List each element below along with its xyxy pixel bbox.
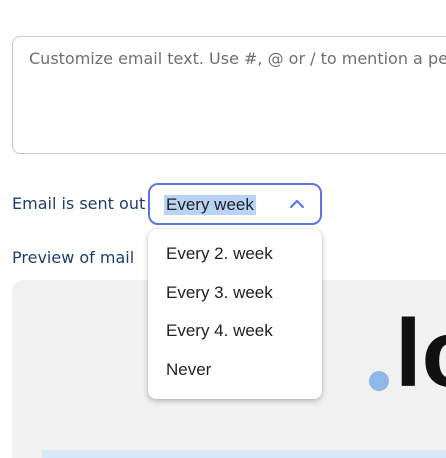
dropdown-option-never[interactable]: Never [148, 351, 322, 390]
dropdown-option-every-4-week[interactable]: Every 4. week [148, 312, 322, 351]
preview-logo-dot [369, 371, 389, 391]
email-text-textarea[interactable]: Customize email text. Use #, @ or / to m… [12, 36, 446, 154]
frequency-dropdown-menu: Every 2. week Every 3. week Every 4. wee… [148, 229, 322, 399]
frequency-select[interactable]: Every week [148, 183, 322, 225]
preview-label: Preview of mail [12, 248, 135, 267]
chevron-up-icon [289, 199, 305, 209]
dropdown-option-every-3-week[interactable]: Every 3. week [148, 274, 322, 313]
preview-content-strip [42, 450, 446, 458]
frequency-label: Email is sent out [12, 194, 146, 213]
page: Customize email text. Use #, @ or / to m… [0, 0, 446, 458]
email-text-placeholder: Customize email text. Use #, @ or / to m… [29, 49, 446, 68]
frequency-selected-value: Every week [164, 195, 256, 215]
dropdown-option-every-2-week[interactable]: Every 2. week [148, 235, 322, 274]
preview-logo-text: lo [395, 300, 446, 407]
